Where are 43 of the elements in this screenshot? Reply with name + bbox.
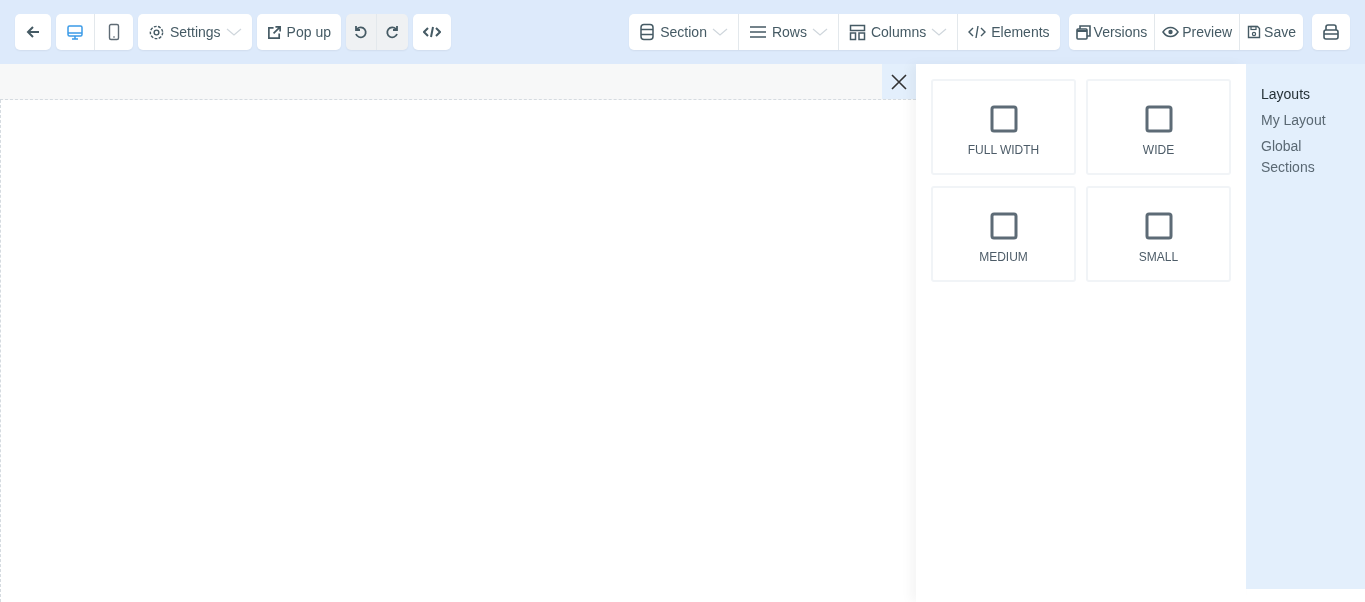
bag-button[interactable] xyxy=(1312,14,1350,50)
versions-button[interactable]: Versions xyxy=(1068,14,1156,50)
external-link-icon xyxy=(266,24,282,40)
close-icon xyxy=(891,73,907,90)
save-button[interactable]: Save xyxy=(1240,14,1303,50)
square-icon xyxy=(1144,105,1173,133)
code-icon xyxy=(968,25,987,39)
close-button[interactable] xyxy=(882,64,916,99)
windows-icon xyxy=(1075,24,1091,40)
elements-button[interactable]: Elements xyxy=(958,14,1060,50)
back-arrow-icon xyxy=(25,24,41,40)
layout-card[interactable]: FULL WIDTH xyxy=(931,79,1076,175)
layout-card[interactable]: MEDIUM xyxy=(931,186,1076,282)
sidebar-item[interactable]: My Layout xyxy=(1261,110,1350,131)
code-icon xyxy=(422,25,441,39)
preview-button[interactable]: Preview xyxy=(1155,14,1241,50)
square-icon xyxy=(1144,212,1173,240)
bag-icon xyxy=(1322,23,1340,41)
monitor-icon xyxy=(66,23,84,41)
back-button[interactable] xyxy=(15,14,51,50)
square-icon xyxy=(989,105,1018,133)
rows-icon xyxy=(748,25,767,39)
eye-icon xyxy=(1162,26,1180,38)
chevron-down-icon xyxy=(711,27,728,37)
rows-button[interactable]: Rows xyxy=(738,14,839,50)
settings-button[interactable]: Settings xyxy=(138,14,252,50)
chevron-down-icon xyxy=(811,27,828,37)
redo-icon xyxy=(384,24,401,40)
settings-icon xyxy=(148,23,165,41)
chevron-down-icon xyxy=(931,27,948,37)
code-button[interactable] xyxy=(412,14,451,50)
layout-card[interactable]: WIDE xyxy=(1086,79,1231,175)
section-button[interactable]: Section xyxy=(629,14,739,50)
chevron-down-icon xyxy=(225,27,242,37)
sidebar-item[interactable]: Global Sections xyxy=(1261,136,1350,178)
square-icon xyxy=(989,212,1018,240)
layout-card[interactable]: SMALL xyxy=(1086,186,1231,282)
sidebar-item[interactable]: Layouts xyxy=(1261,84,1350,105)
columns-icon xyxy=(848,23,866,41)
popup-button[interactable]: Pop up xyxy=(256,14,341,50)
columns-button[interactable]: Columns xyxy=(838,14,959,50)
undo-icon xyxy=(352,24,369,40)
stack-icon xyxy=(639,23,656,41)
